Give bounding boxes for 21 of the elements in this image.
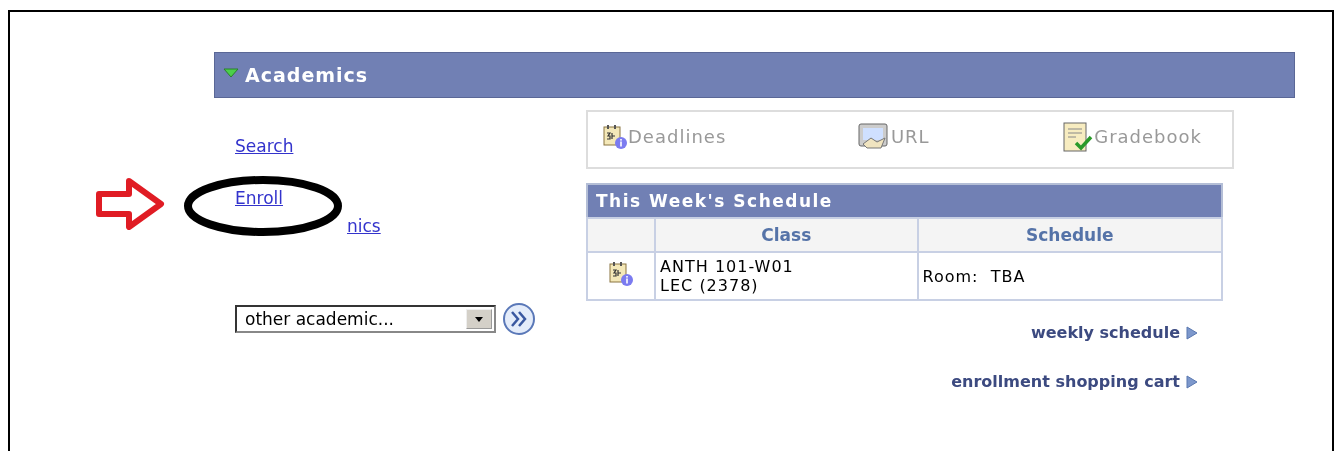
nav-link[interactable]: nics [347,216,381,242]
column-header: Schedule [917,218,1222,252]
nav-link[interactable]: Enroll [235,188,283,214]
monitor-icon [856,121,891,152]
go-button[interactable] [502,302,536,336]
footer-link[interactable]: weekly schedule [1030,323,1198,342]
column-header: Class [655,218,918,252]
play-arrow-icon [1186,374,1198,389]
calendar-info-icon [602,123,628,150]
annotation-arrow [96,178,166,230]
play-arrow-icon [1186,325,1198,340]
calendar-info-icon [608,261,635,287]
nav-link[interactable]: Search [235,136,294,162]
academics-dropdown[interactable]: other academic... [235,305,496,333]
table-cell: ANTH 101-W01 LEC (2378) [655,252,918,300]
caret-icon [475,316,483,322]
checklist-icon [1060,120,1095,153]
footer-link[interactable]: enrollment shopping cart [951,372,1198,391]
table-cell: Room: TBA [917,252,1222,300]
table-title: This Week's Schedule [587,184,1222,218]
section-header[interactable]: Academics [214,52,1295,98]
